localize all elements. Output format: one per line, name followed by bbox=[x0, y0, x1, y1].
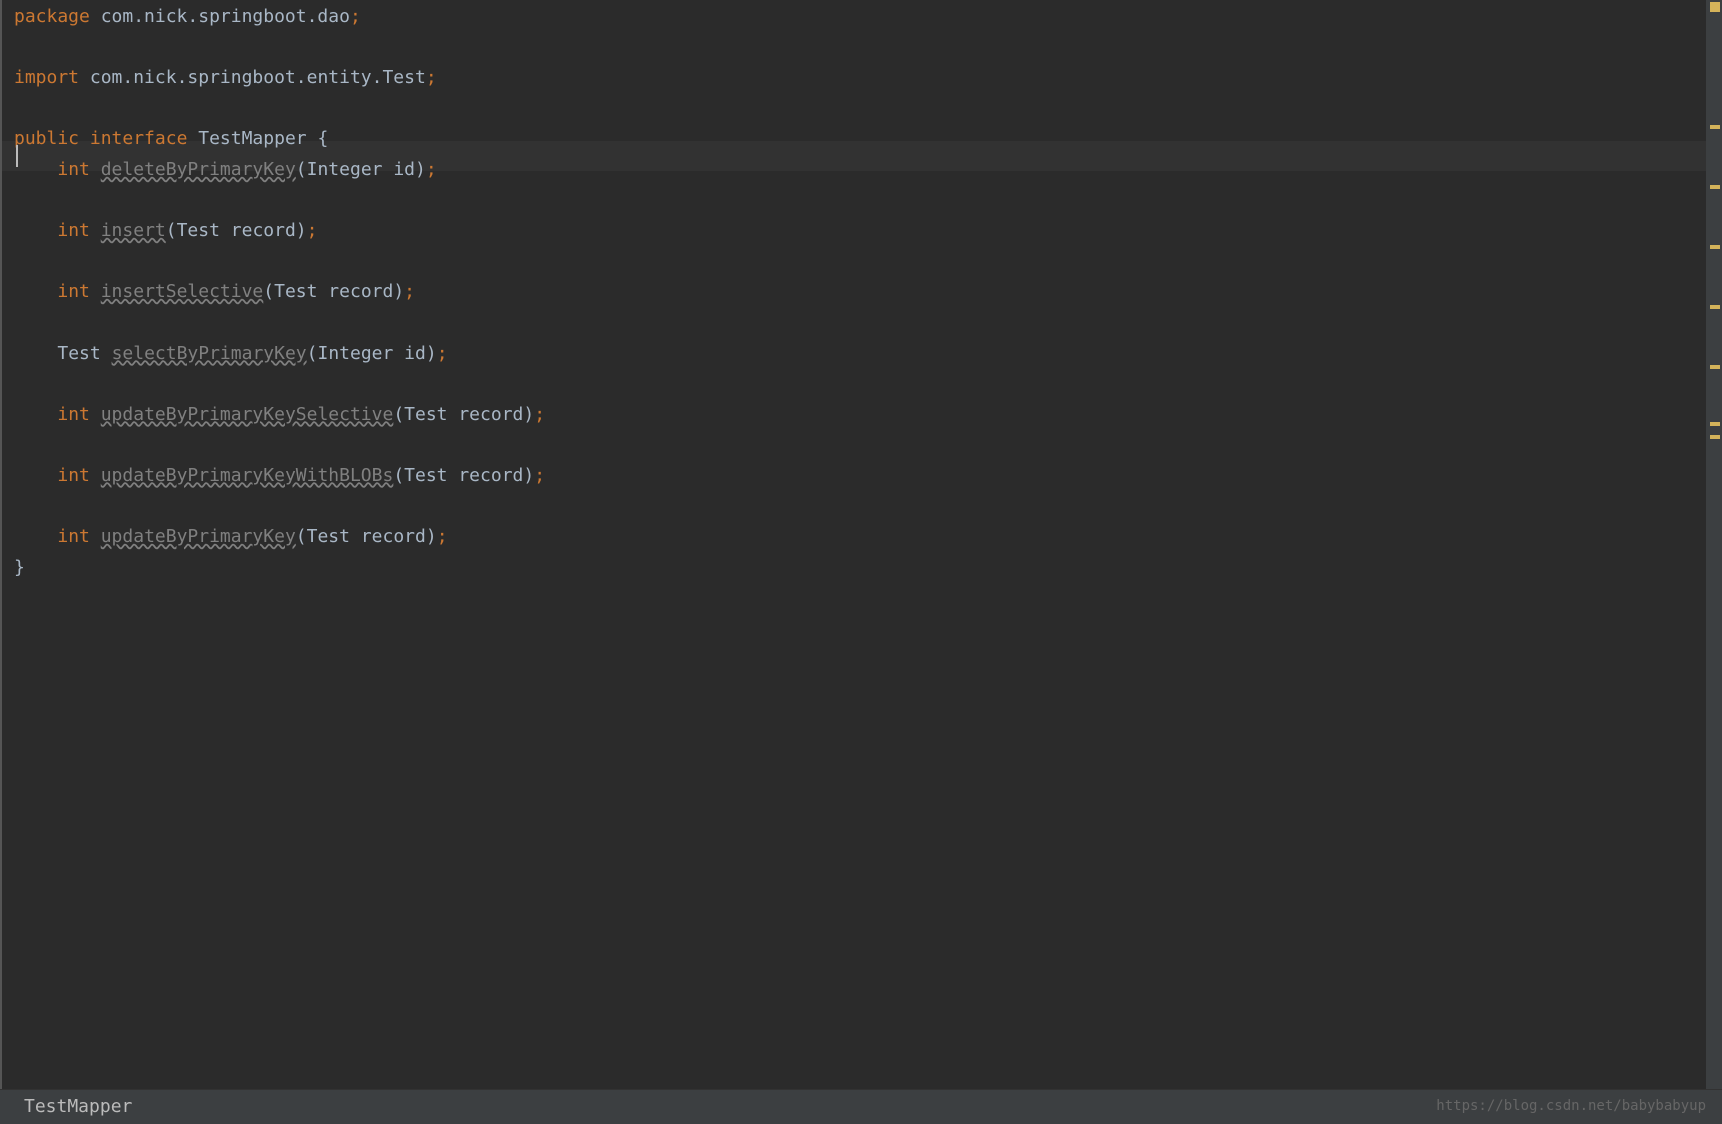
semicolon: ; bbox=[426, 67, 437, 88]
indent bbox=[14, 526, 57, 547]
method-params: (Integer id) bbox=[296, 159, 426, 180]
keyword-interface: interface bbox=[79, 128, 187, 149]
semicolon: ; bbox=[437, 343, 448, 364]
method-insertSelective: insertSelective bbox=[101, 281, 264, 302]
warning-marker[interactable] bbox=[1710, 305, 1720, 309]
method-selectByPrimaryKey: selectByPrimaryKey bbox=[112, 343, 307, 364]
semicolon: ; bbox=[350, 6, 361, 27]
warning-marker[interactable] bbox=[1710, 435, 1720, 439]
type-test: Test bbox=[57, 343, 100, 364]
warning-marker[interactable] bbox=[1710, 365, 1720, 369]
warning-marker[interactable] bbox=[1710, 185, 1720, 189]
indent bbox=[14, 220, 57, 241]
open-brace: { bbox=[317, 128, 328, 149]
method-updateByPrimaryKeyWithBLOBs: updateByPrimaryKeyWithBLOBs bbox=[101, 465, 394, 486]
method-deleteByPrimaryKey: deleteByPrimaryKey bbox=[101, 159, 296, 180]
warning-marker[interactable] bbox=[1710, 422, 1720, 426]
warning-marker[interactable] bbox=[1710, 125, 1720, 129]
keyword-public: public bbox=[14, 128, 79, 149]
indent bbox=[14, 465, 57, 486]
method-params: (Test record) bbox=[296, 526, 437, 547]
keyword-int: int bbox=[57, 465, 90, 486]
code-editor[interactable]: package com.nick.springboot.dao; import … bbox=[2, 0, 1706, 1089]
method-insert: insert bbox=[101, 220, 166, 241]
method-params: (Integer id) bbox=[307, 343, 437, 364]
package-path: com.nick.springboot.dao bbox=[90, 6, 350, 27]
semicolon: ; bbox=[426, 159, 437, 180]
close-brace: } bbox=[14, 557, 25, 578]
indent bbox=[14, 159, 57, 180]
editor-area: package com.nick.springboot.dao; import … bbox=[0, 0, 1722, 1089]
keyword-import: import bbox=[14, 67, 79, 88]
keyword-package: package bbox=[14, 6, 90, 27]
code-content[interactable]: package com.nick.springboot.dao; import … bbox=[14, 2, 1706, 583]
indent bbox=[14, 404, 57, 425]
inspection-indicator-icon[interactable] bbox=[1710, 2, 1720, 12]
indent bbox=[14, 343, 57, 364]
keyword-int: int bbox=[57, 526, 90, 547]
breadcrumb-item[interactable]: TestMapper bbox=[24, 1092, 132, 1123]
watermark-text: https://blog.csdn.net/babybabyup bbox=[1436, 1095, 1706, 1119]
keyword-int: int bbox=[57, 281, 90, 302]
semicolon: ; bbox=[437, 526, 448, 547]
method-params: (Test record) bbox=[393, 404, 534, 425]
keyword-int: int bbox=[57, 404, 90, 425]
semicolon: ; bbox=[534, 404, 545, 425]
error-stripe[interactable] bbox=[1706, 0, 1722, 1089]
method-params: (Test record) bbox=[263, 281, 404, 302]
breadcrumb-bar: TestMapper https://blog.csdn.net/babybab… bbox=[0, 1089, 1722, 1124]
method-updateByPrimaryKey: updateByPrimaryKey bbox=[101, 526, 296, 547]
semicolon: ; bbox=[534, 465, 545, 486]
indent bbox=[14, 281, 57, 302]
method-params: (Test record) bbox=[393, 465, 534, 486]
class-name: TestMapper bbox=[187, 128, 317, 149]
keyword-int: int bbox=[57, 220, 90, 241]
semicolon: ; bbox=[307, 220, 318, 241]
import-path: com.nick.springboot.entity.Test bbox=[79, 67, 426, 88]
semicolon: ; bbox=[404, 281, 415, 302]
text-caret bbox=[16, 145, 18, 167]
method-params: (Test record) bbox=[166, 220, 307, 241]
method-updateByPrimaryKeySelective: updateByPrimaryKeySelective bbox=[101, 404, 394, 425]
keyword-int: int bbox=[57, 159, 90, 180]
warning-marker[interactable] bbox=[1710, 245, 1720, 249]
